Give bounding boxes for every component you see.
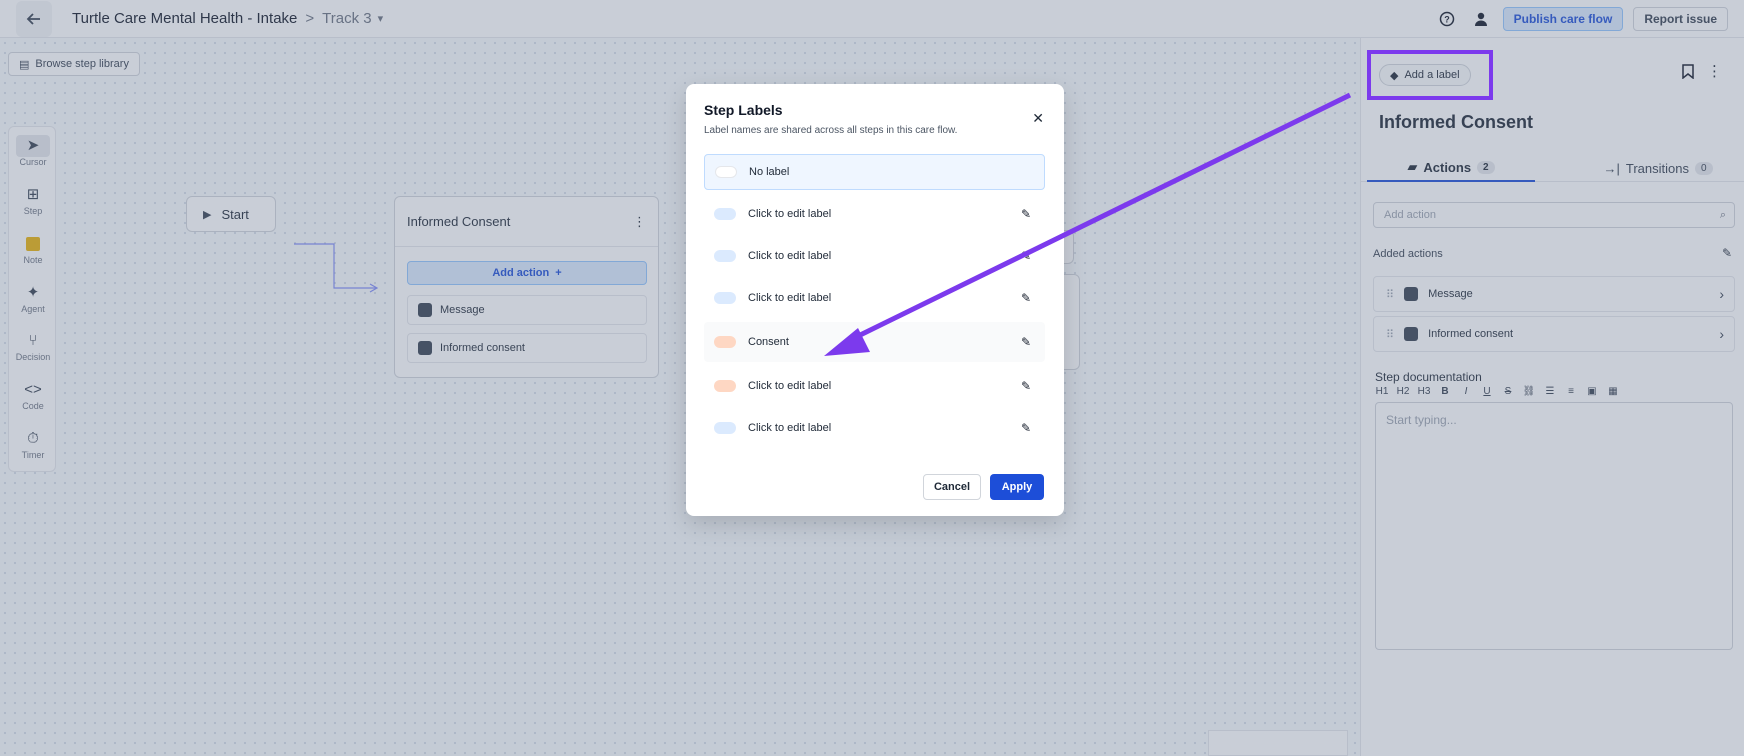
label-text[interactable]: Click to edit label (748, 380, 831, 392)
apply-button[interactable]: Apply (990, 474, 1044, 500)
annotation-highlight-box (1367, 50, 1493, 100)
edit-icon[interactable]: ✎ (1021, 335, 1031, 349)
label-text[interactable]: Consent (748, 336, 789, 348)
edit-icon[interactable]: ✎ (1021, 249, 1031, 263)
close-icon[interactable]: ✕ (1032, 110, 1044, 127)
label-swatch (714, 250, 736, 262)
dialog-title: Step Labels (704, 102, 783, 118)
step-labels-dialog: Step Labels Label names are shared acros… (686, 84, 1064, 516)
label-text[interactable]: Click to edit label (748, 208, 831, 220)
label-option[interactable]: Click to edit label ✎ (704, 280, 1045, 316)
edit-icon[interactable]: ✎ (1021, 379, 1031, 393)
label-text[interactable]: Click to edit label (748, 292, 831, 304)
label-option[interactable]: No label (704, 154, 1045, 190)
label-swatch (714, 380, 736, 392)
label-list[interactable]: No label Click to edit label ✎ Click to … (704, 154, 1045, 469)
label-option[interactable]: Consent ✎ (704, 322, 1045, 362)
edit-icon[interactable]: ✎ (1021, 207, 1031, 221)
label-option[interactable]: Click to edit label ✎ (704, 196, 1045, 232)
label-option[interactable]: Click to edit label ✎ (704, 368, 1045, 404)
label-text: No label (749, 166, 790, 178)
label-swatch (714, 336, 736, 348)
label-swatch (714, 292, 736, 304)
label-option[interactable]: Click to edit label ✎ (704, 238, 1045, 274)
label-swatch (714, 422, 736, 434)
label-swatch (715, 166, 737, 178)
edit-icon[interactable]: ✎ (1021, 291, 1031, 305)
dialog-subtitle: Label names are shared across all steps … (704, 125, 958, 136)
label-option[interactable]: Click to edit label ✎ (704, 410, 1045, 446)
cancel-button[interactable]: Cancel (923, 474, 981, 500)
label-text[interactable]: Click to edit label (748, 250, 831, 262)
label-text[interactable]: Click to edit label (748, 422, 831, 434)
label-swatch (714, 208, 736, 220)
edit-icon[interactable]: ✎ (1021, 421, 1031, 435)
